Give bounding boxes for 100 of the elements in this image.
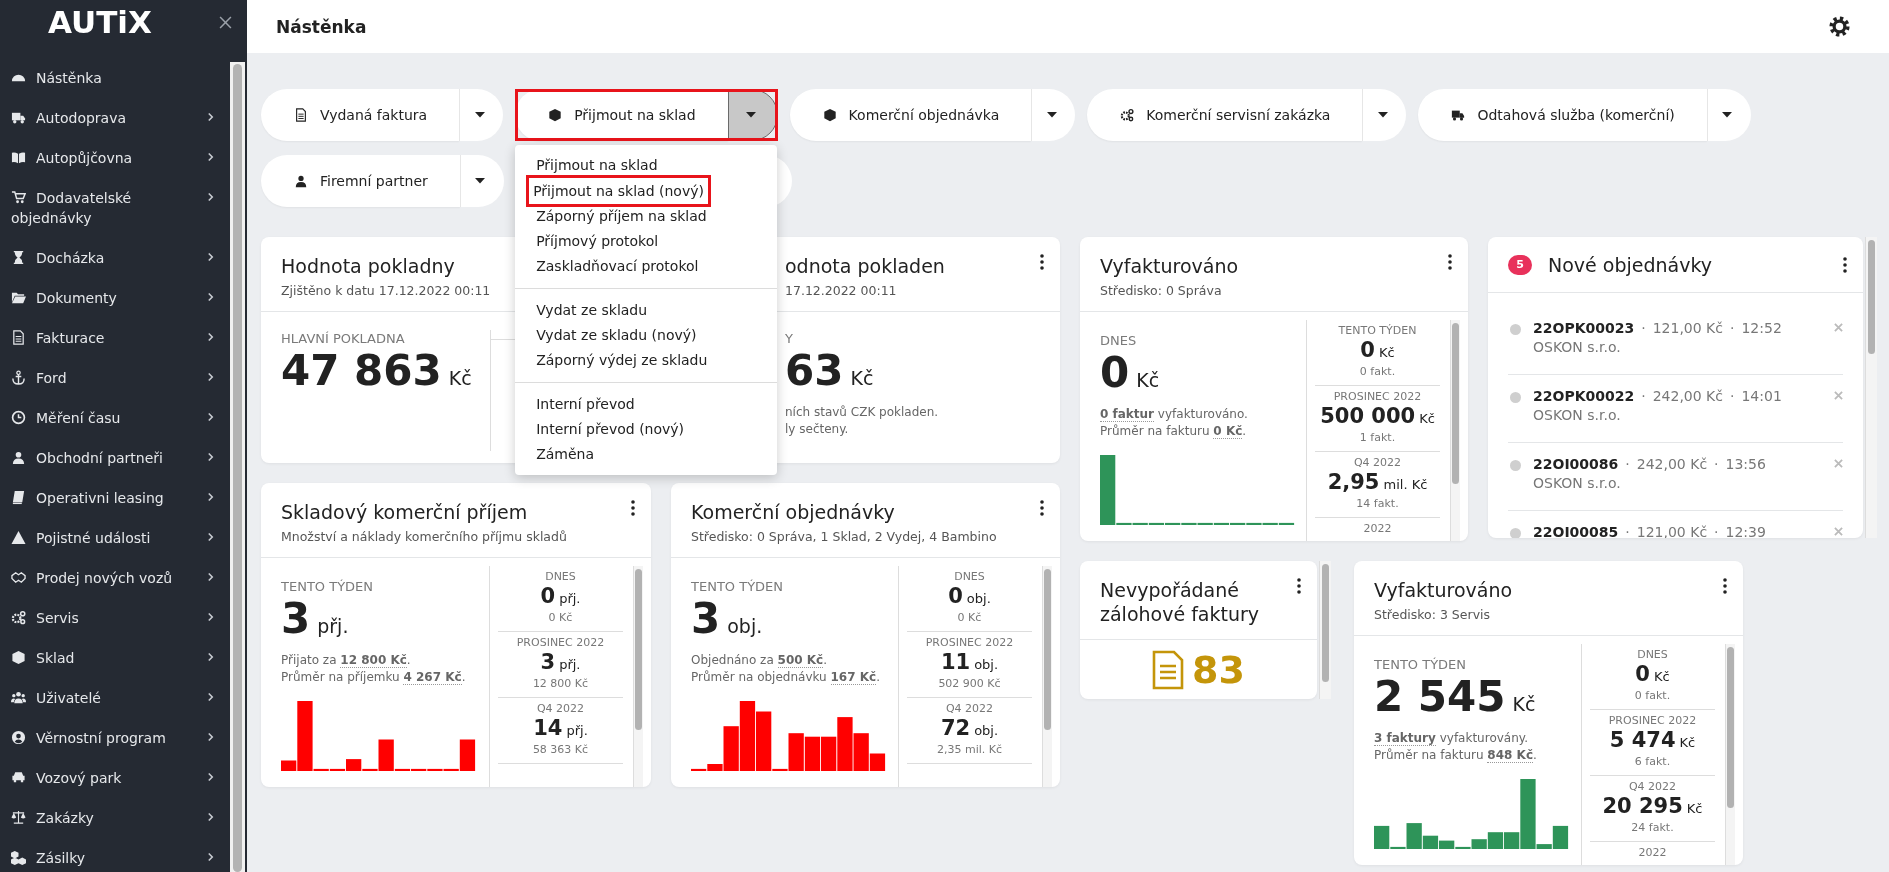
menu-item[interactable]: Zaskladňovací protokol — [536, 254, 699, 279]
period-value: 3 — [540, 650, 556, 674]
page-title: Nástěnka — [276, 16, 367, 37]
quick-action-button[interactable]: Přijmout na sklad — [515, 89, 728, 141]
card-title: odnota pokladen — [785, 254, 945, 278]
quick-action-button[interactable]: Komerční objednávka — [789, 89, 1032, 141]
period-detail: 0 fakt. — [1358, 365, 1397, 379]
period-value: 20 295 — [1602, 794, 1683, 818]
order-number: 22OI00086 — [1533, 456, 1619, 472]
stat-value: 63 — [785, 346, 844, 395]
period-value: 0 — [1360, 338, 1375, 362]
order-number: 22OPK00023 — [1533, 320, 1635, 336]
separator: · — [1730, 320, 1735, 336]
order-amount: 121,00 Kč — [1636, 524, 1708, 538]
period-label: DNES — [544, 570, 577, 584]
sidebar-item[interactable]: Ford — [0, 358, 230, 398]
separator: · — [1641, 388, 1646, 404]
period-detail: 12 800 Kč — [531, 677, 590, 691]
sidebar-item[interactable]: Dodavatelské objednávky — [0, 178, 230, 238]
summary-text: 0 faktur vyfakturováno. — [1100, 406, 1249, 423]
unit-label: Kč — [448, 367, 472, 389]
quick-action-button[interactable]: Komerční servisní zakázka — [1087, 89, 1363, 141]
stat-value: 0 — [1100, 348, 1130, 397]
unit-label: obj. — [966, 591, 991, 606]
sidebar-item[interactable]: Obchodní partneři — [0, 438, 230, 478]
quick-action-button[interactable]: Vydaná faktura — [261, 89, 460, 141]
menu-item[interactable]: Vydat ze skladu — [536, 298, 648, 323]
count-value: 83 — [1192, 648, 1245, 692]
stat-label: HLAVNÍ POKLADNA — [281, 330, 406, 347]
sidebar-item[interactable]: Fakturace — [0, 318, 230, 358]
card-title: Hodnota pokladny — [281, 254, 455, 278]
menu-item[interactable]: Příjmový protokol — [536, 229, 659, 254]
period-detail: 0 Kč — [956, 611, 983, 625]
stat-label: TENTO TÝDEN — [691, 578, 784, 595]
stat-label: DNES — [1100, 332, 1138, 349]
logo: AUTiX — [48, 3, 152, 41]
sidebar-item[interactable]: Nástěnka — [0, 58, 230, 98]
separator: · — [1714, 456, 1719, 472]
sidebar-item[interactable]: Autopůjčovna — [0, 138, 230, 178]
card-title: Komerční objednávky — [691, 500, 895, 524]
menu-item[interactable]: Interní převod (nový) — [536, 417, 685, 442]
period-label: 2022 — [1362, 522, 1393, 536]
period-detail: 0 Kč — [547, 611, 574, 625]
summary-text: Průměr na objednávku 167 Kč. — [691, 669, 881, 686]
unit-label: Kč — [1512, 693, 1536, 715]
stat-value: 2 545 — [1374, 672, 1506, 721]
sidebar-item[interactable]: Věrnostní program — [0, 718, 230, 758]
stat-label: Y — [785, 330, 794, 347]
partner-name: OSKON s.r.o. — [1533, 474, 1622, 493]
quick-action-button[interactable]: Odtahová služba (komerční) — [1418, 89, 1707, 141]
order-time: 12:52 — [1741, 320, 1782, 336]
sidebar-item[interactable]: Vozový park — [0, 758, 230, 798]
stat-value: 47 863 — [281, 346, 442, 395]
sidebar-item[interactable]: Autodoprava — [0, 98, 230, 138]
period-label: PROSINEC 2022 — [515, 636, 606, 650]
sidebar-item[interactable]: Prodej nových vozů — [0, 558, 230, 598]
card-subtitle: Zjištěno k datu 17.12.2022 00:11 — [281, 283, 492, 298]
sidebar-item[interactable]: Měření času — [0, 398, 230, 438]
menu-item[interactable]: Záměna — [536, 442, 595, 467]
sidebar-item[interactable]: Uživatelé — [0, 678, 230, 718]
card-subtitle: Středisko: 0 Správa — [1100, 283, 1223, 298]
menu-item[interactable]: Záporný výdej ze skladu — [536, 348, 708, 373]
sidebar-item[interactable]: Zásilky — [0, 838, 230, 872]
sidebar-item[interactable]: Zakázky — [0, 798, 230, 838]
stat-value: 3 — [691, 594, 721, 643]
period-label: Q4 2022 — [535, 702, 586, 716]
card-title: Skladový komerční příjem — [281, 500, 528, 524]
stat-value: 3 — [281, 594, 311, 643]
period-label: DNES — [953, 570, 986, 584]
summary-text: Průměr na fakturu 0 Kč. — [1100, 423, 1248, 440]
unit-label: Kč — [1136, 369, 1160, 391]
sidebar-item[interactable]: Dokumenty — [0, 278, 230, 318]
sidebar-item[interactable]: Sklad — [0, 638, 230, 678]
menu-item[interactable]: Přijmout na sklad (nový) — [529, 178, 708, 204]
quick-action-button[interactable]: Firemní partner — [261, 155, 460, 207]
menu-item[interactable]: Vydat ze skladu (nový) — [536, 323, 697, 348]
period-label: PROSINEC 2022 — [1332, 390, 1423, 404]
menu-item[interactable]: Interní převod — [536, 392, 635, 417]
period-label: Q4 2022 — [1627, 780, 1678, 794]
period-detail: 2,35 mil. Kč — [935, 743, 1004, 757]
period-label: Q4 2022 — [1352, 456, 1403, 470]
menu-item[interactable]: Záporný příjem na sklad — [536, 204, 707, 229]
period-label: PROSINEC 2022 — [924, 636, 1015, 650]
unit-label: obj. — [974, 723, 999, 738]
menu-item[interactable]: Přijmout na sklad — [536, 153, 658, 178]
sidebar-item[interactable]: Docházka — [0, 238, 230, 278]
summary-text: Objednáno za 500 Kč. — [691, 652, 829, 669]
period-detail: 24 fakt. — [1630, 821, 1675, 835]
separator: · — [1641, 320, 1646, 336]
sidebar-item[interactable]: Pojistné události — [0, 518, 230, 558]
period-label: DNES — [1636, 648, 1669, 662]
period-value: 0 — [1635, 662, 1650, 686]
card-title: Vyfakturováno — [1100, 254, 1239, 278]
sidebar-item[interactable]: Servis — [0, 598, 230, 638]
count-badge: 5 — [1508, 254, 1532, 275]
period-label: PROSINEC 2022 — [1607, 714, 1698, 728]
unit-label: přj. — [559, 657, 581, 672]
sidebar-item[interactable]: Operativni leasing — [0, 478, 230, 518]
period-value: 72 — [940, 716, 971, 740]
card-subtitle: 17.12.2022 00:11 — [785, 283, 898, 298]
